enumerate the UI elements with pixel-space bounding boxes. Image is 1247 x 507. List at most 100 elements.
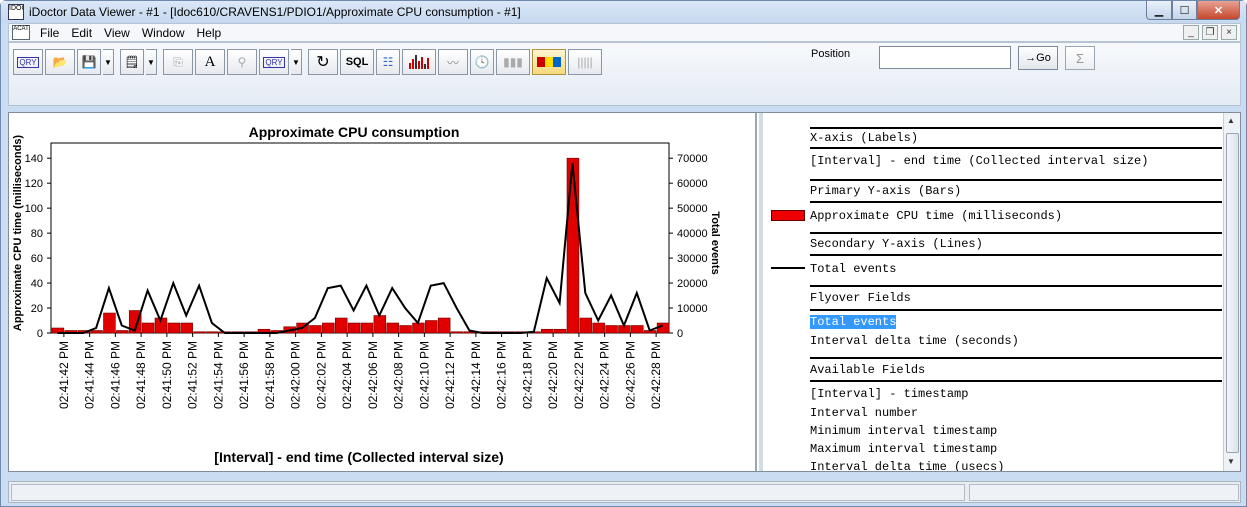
primary-axis-field[interactable]: Approximate CPU time (milliseconds) xyxy=(810,209,1062,223)
legend-scrollbar[interactable]: ▲ ▼ xyxy=(1223,113,1240,471)
open-folder-icon[interactable]: 📂 xyxy=(45,49,75,75)
y-tick-label: 100 xyxy=(25,203,43,215)
cpu-bar xyxy=(360,322,374,334)
cpu-bar xyxy=(116,330,129,334)
mdi-restore-button[interactable]: ❐ xyxy=(1202,25,1218,40)
x-tick-label: 02:42:28 PM xyxy=(649,341,663,409)
menu-bar: ACAT File Edit View Window Help _ ❐ × xyxy=(8,23,1241,42)
line-graph-icon[interactable]: 〰 xyxy=(438,49,468,75)
rule xyxy=(810,179,1222,181)
cpu-bar xyxy=(141,322,155,334)
y-tick-label: 0 xyxy=(37,328,43,340)
save-icon[interactable]: 💾 xyxy=(77,49,101,75)
x-tick-label: 02:42:14 PM xyxy=(469,341,483,409)
cpu-bar xyxy=(180,322,193,334)
query-definition-icon[interactable]: QRY xyxy=(259,49,289,75)
window-controls: ▁ ☐ ✕ xyxy=(1146,1,1240,20)
cpu-bar xyxy=(103,312,116,334)
query-icon[interactable]: QRY xyxy=(13,49,43,75)
column-chart-icon[interactable]: ||||| xyxy=(568,49,602,75)
rule xyxy=(810,201,1222,203)
bar-swatch xyxy=(771,210,805,221)
cpu-bar xyxy=(193,331,206,334)
available-field[interactable]: Minimum interval timestamp xyxy=(810,424,997,438)
maximize-button[interactable]: ☐ xyxy=(1172,1,1197,20)
bar-graph-icon[interactable] xyxy=(402,49,436,75)
menu-view[interactable]: View xyxy=(98,26,136,40)
app-icon: IDOC xyxy=(8,4,24,20)
mdi-close-button[interactable]: × xyxy=(1221,25,1237,40)
y2-tick-label: 10000 xyxy=(677,303,708,315)
font-button[interactable]: A xyxy=(195,49,225,75)
color-legend-icon[interactable] xyxy=(532,49,566,75)
line-swatch xyxy=(771,267,805,269)
cpu-bar xyxy=(90,330,103,334)
scroll-up-icon[interactable]: ▲ xyxy=(1227,116,1235,125)
secondary-axis-field[interactable]: Total events xyxy=(810,262,896,276)
available-field[interactable]: Interval number xyxy=(810,406,918,420)
x-axis-field[interactable]: [Interval] - end time (Collected interva… xyxy=(810,154,1148,168)
table-view-icon[interactable]: ☷ xyxy=(376,49,400,75)
x-tick-label: 02:42:26 PM xyxy=(623,341,637,409)
cpu-bar xyxy=(605,325,618,334)
rule xyxy=(810,285,1222,287)
rule xyxy=(810,357,1222,359)
cpu-bar xyxy=(322,322,335,334)
x-tick-label: 02:42:10 PM xyxy=(417,341,431,409)
cpu-bar xyxy=(592,322,605,334)
x-tick-label: 02:42:16 PM xyxy=(495,341,509,409)
sql-button[interactable]: SQL xyxy=(340,49,374,75)
cpu-chart[interactable]: Approximate CPU consumption Approximate … xyxy=(9,113,755,471)
x-tick-label: 02:41:52 PM xyxy=(186,341,200,409)
save-dropdown-icon[interactable]: ▼ xyxy=(103,49,114,75)
available-field[interactable]: Interval delta time (usecs) xyxy=(810,460,1004,471)
go-button[interactable]: →Go xyxy=(1018,46,1058,70)
menu-help[interactable]: Help xyxy=(191,26,228,40)
title-bar[interactable]: IDOC iDoctor Data Viewer - #1 - [Idoc610… xyxy=(1,1,1246,23)
rule xyxy=(810,232,1222,234)
document-icon[interactable]: ACAT xyxy=(12,25,30,40)
x-axis-header: X-axis (Labels) xyxy=(810,131,919,145)
toolbar: QRY 📂 💾 ▼ 🗒 ▼ ⎘ A ⚲ QRY ▼ ↻ SQL ☷ 〰 🕓 ▮▮… xyxy=(8,42,1241,106)
rule xyxy=(810,127,1222,129)
y2-tick-label: 0 xyxy=(677,328,683,340)
cpu-bar xyxy=(540,328,554,334)
available-field[interactable]: [Interval] - timestamp xyxy=(810,387,968,401)
find-icon[interactable]: ⚲ xyxy=(227,49,257,75)
y2-tick-label: 60000 xyxy=(677,178,708,190)
x-tick-label: 02:41:50 PM xyxy=(160,341,174,409)
flyover-header: Flyover Fields xyxy=(810,291,911,305)
flyover-field-selected[interactable]: Total events xyxy=(810,315,897,329)
chart-title: Approximate CPU consumption xyxy=(249,124,460,140)
available-field[interactable]: Maximum interval timestamp xyxy=(810,442,997,456)
cpu-bar xyxy=(566,157,580,334)
cpu-bar xyxy=(579,317,593,334)
plot-area: 0 20 40 60 80 100 120 140 0 10000 20000 30000 40000 5… xyxy=(25,142,708,409)
x-tick-label: 02:41:48 PM xyxy=(134,341,148,409)
sum-button[interactable]: Σ xyxy=(1065,46,1095,70)
copy-icon[interactable]: ⎘ xyxy=(163,49,193,75)
properties-icon[interactable]: 🗒 xyxy=(120,49,144,75)
status-bar xyxy=(8,481,1241,503)
cpu-bar xyxy=(553,328,567,334)
scroll-thumb[interactable] xyxy=(1226,133,1239,453)
flyover-field[interactable]: Interval delta time (seconds) xyxy=(810,334,1019,348)
close-button[interactable]: ✕ xyxy=(1197,1,1240,20)
refresh-icon[interactable]: ↻ xyxy=(308,49,338,75)
menu-file[interactable]: File xyxy=(34,26,65,40)
scroll-down-icon[interactable]: ▼ xyxy=(1227,457,1235,466)
menu-edit[interactable]: Edit xyxy=(65,26,98,40)
document-area: Approximate CPU consumption Approximate … xyxy=(8,112,1241,472)
position-input[interactable] xyxy=(879,46,1011,69)
minimize-button[interactable]: ▁ xyxy=(1146,1,1172,20)
rule xyxy=(810,380,1222,382)
x-tick-label: 02:41:54 PM xyxy=(211,341,225,409)
query-dropdown-icon[interactable]: ▼ xyxy=(291,49,302,75)
stacked-bar-icon[interactable]: ▮▮▮ xyxy=(496,49,530,75)
primary-axis-header: Primary Y-axis (Bars) xyxy=(810,184,962,198)
mdi-minimize-button[interactable]: _ xyxy=(1183,25,1199,40)
properties-dropdown-icon[interactable]: ▼ xyxy=(146,49,157,75)
x-tick-label: 02:42:20 PM xyxy=(546,341,560,409)
timeline-icon[interactable]: 🕓 xyxy=(470,49,494,75)
menu-window[interactable]: Window xyxy=(136,26,191,40)
